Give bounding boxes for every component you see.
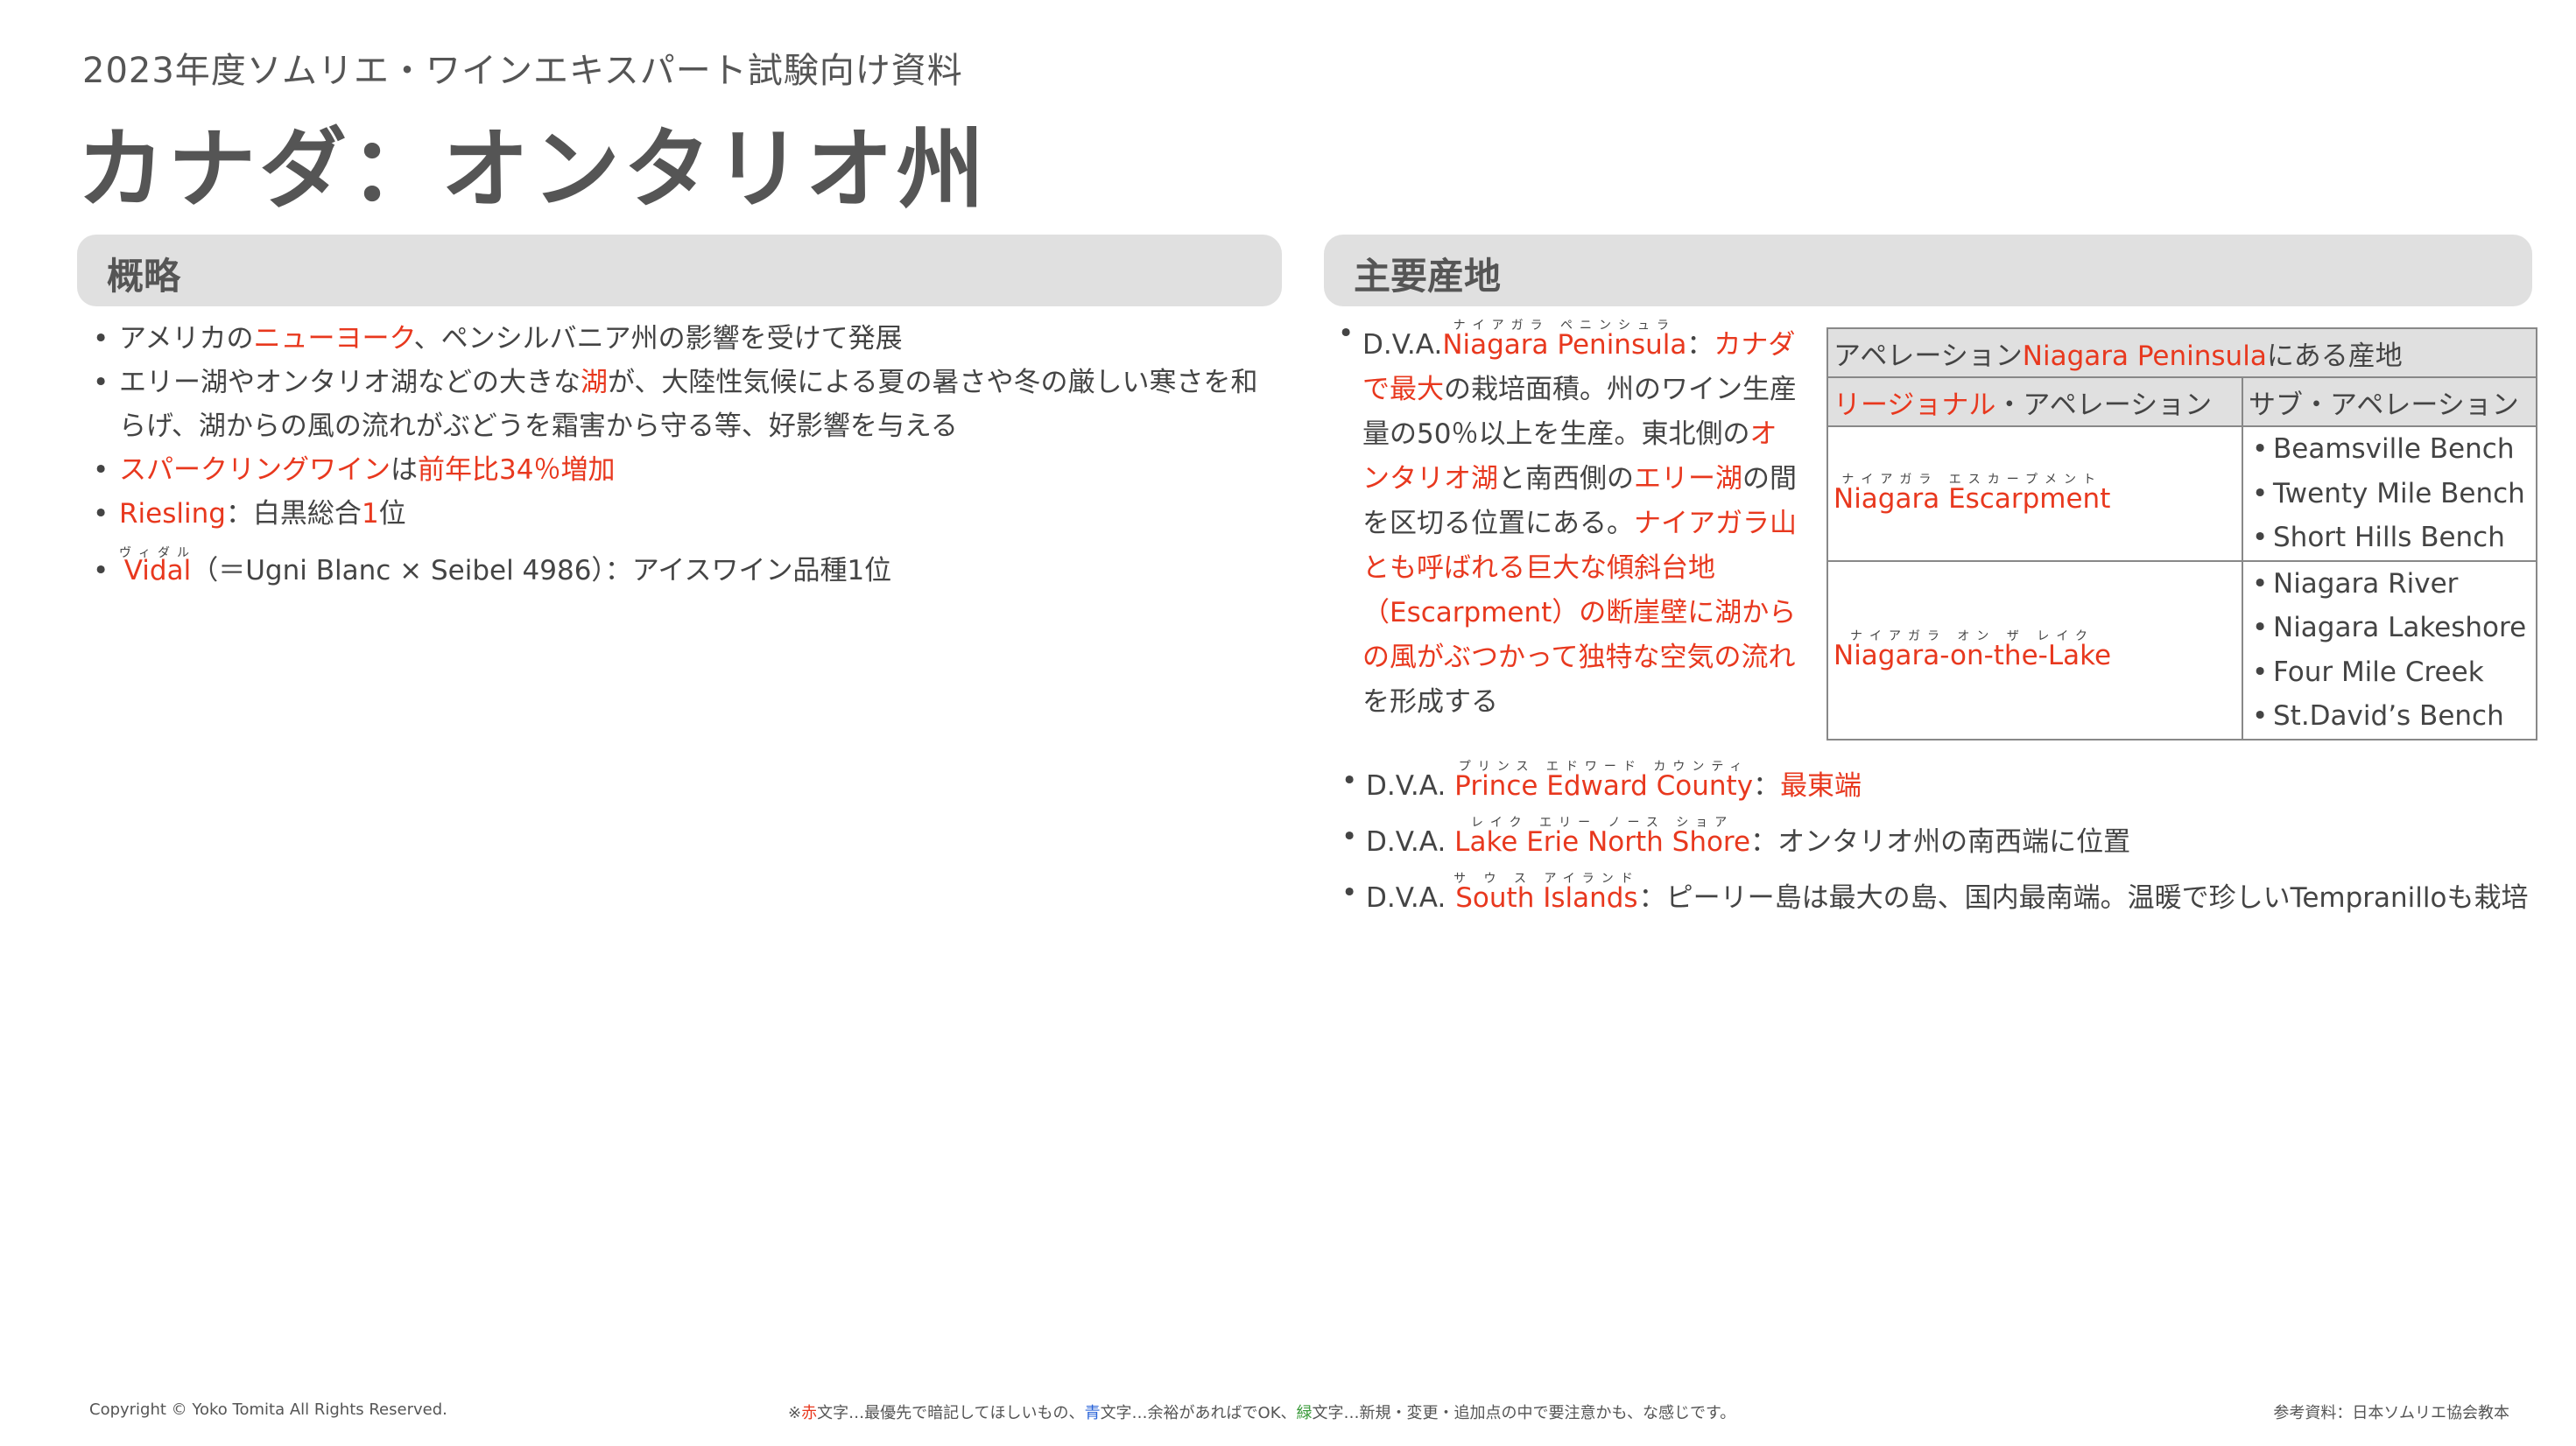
dva-name: Prince Edward County [1454, 770, 1754, 802]
regional-reading: ナイアガラ エスカープメント [1833, 472, 2111, 487]
text: D.V.A. [1366, 882, 1455, 914]
list-item: St.David’s Bench [2249, 694, 2530, 739]
list-item: Twenty Mile Bench [2249, 472, 2530, 516]
text: アペレーション [1833, 340, 2023, 372]
sub-cell: Beamsville Bench Twenty Mile Bench Short… [2242, 425, 2537, 562]
other-dva-list: D.V.A. Prince Edward Countyプリンス エドワード カウ… [1341, 753, 2539, 926]
document-subtitle: 2023年度ソムリエ・ワインエキスパート試験向け資料 [82, 51, 963, 91]
list-item: D.V.A. South Islandsサ ウ ス アイランド：ピーリー島は最大… [1341, 865, 2539, 926]
text: D.V.A. [1362, 329, 1443, 361]
highlight: ニューヨーク [253, 323, 414, 354]
overview-item-5: Vidalヴィダル（＝Ugni Blanc × Seibel 4986）：アイス… [93, 546, 1275, 593]
text: と南西側の [1498, 463, 1634, 495]
list-item: Niagara River [2249, 562, 2530, 607]
overview-section-title: 概略 [107, 255, 181, 298]
reference: 参考資料：日本ソムリエ協会教本 [2273, 1404, 2509, 1422]
niagara-peninsula-block: D.V.A.Niagara Peninsulaナイアガラ ペニンシュラ：カナダで… [1338, 312, 1800, 725]
text: エリー湖やオンタリオ湖などの大きな [119, 367, 581, 398]
dva-reading: プリンス エドワード カウンティ [1454, 760, 1754, 774]
table-row: Niagara Escarpmentナイアガラ エスカープメント Beamsvi… [1826, 425, 2537, 562]
column-header-regional: リージョナル・アペレーション [1826, 376, 2243, 427]
legend-red: 赤 [801, 1404, 818, 1422]
highlight: リージョナル [1833, 389, 1996, 421]
column-header-sub: サブ・アペレーション [2242, 376, 2537, 427]
dva-name: Lake Erie North Shore [1454, 826, 1751, 858]
regional-name: Niagara-on-the-Lake [1833, 639, 2112, 671]
highlight: Niagara Peninsula [2022, 340, 2267, 372]
highlight: エリー湖 [1634, 463, 1742, 495]
list-item: Short Hills Bench [2249, 516, 2530, 560]
text: ・アペレーション [1995, 389, 2213, 421]
appellation-table: アペレーションNiagara Peninsulaにある産地 リージョナル・アペレ… [1826, 327, 2537, 741]
highlight: 最東端 [1780, 770, 1862, 802]
legend-blue: 青 [1084, 1404, 1101, 1422]
sub-cell: Niagara River Niagara Lakeshore Four Mil… [2242, 559, 2537, 741]
overview-list: アメリカのニューヨーク、ペンシルバニア州の影響を受けて発展 エリー湖やオンタリオ… [93, 317, 1275, 593]
highlight: 前年比34％増加 [418, 454, 616, 486]
overview-section-header: 概略 [77, 235, 1282, 306]
dva-name: South Islands [1453, 882, 1640, 914]
text: 文字…余裕があればでOK、 [1100, 1404, 1297, 1422]
list-item: Four Mile Creek [2249, 650, 2530, 695]
overview-item-3: スパークリングワインは前年比34％増加 [93, 448, 1275, 492]
text: ： [1638, 882, 1666, 914]
text: ： [1750, 826, 1778, 858]
text: にある産地 [2266, 340, 2403, 372]
text: は [391, 454, 418, 486]
list-item: D.V.A. Lake Erie North Shoreレイク エリー ノース … [1341, 809, 2539, 870]
text: D.V.A. [1366, 826, 1455, 858]
text: オンタリオ州の南西端に位置 [1777, 826, 2131, 858]
text: （＝Ugni Blanc × Seibel 4986）：アイスワイン品種1位 [191, 555, 892, 586]
overview-item-4: Riesling：白黒総合1位 [93, 492, 1275, 536]
dva-reading: サ ウ ス アイランド [1453, 872, 1640, 886]
text: ピーリー島は最大の島、国内最南端。温暖で珍しいTempranilloも栽培 [1665, 882, 2529, 914]
list-item: D.V.A. Prince Edward Countyプリンス エドワード カウ… [1341, 753, 2539, 814]
text: 位 [378, 498, 406, 530]
text: ：白黒総合 [225, 498, 362, 530]
regions-section-title: 主要産地 [1354, 255, 1502, 298]
copyright: Copyright © Yoko Tomita All Rights Reser… [89, 1400, 447, 1419]
text: D.V.A. [1366, 770, 1455, 802]
regional-cell: Niagara-on-the-Lakeナイアガラ オン ザ レイク [1826, 559, 2243, 741]
regional-name: Niagara Escarpment [1833, 482, 2111, 515]
text: ： [1686, 329, 1714, 361]
niagara-peninsula-reading: ナイアガラ ペニンシュラ [1442, 319, 1687, 333]
vidal-reading: ヴィダル [119, 546, 196, 560]
overview-item-2: エリー湖やオンタリオ湖などの大きな湖が、大陸性気候による夏の暑さや冬の厳しい寒さ… [93, 361, 1275, 448]
text: を形成する [1362, 686, 1498, 718]
highlight: Riesling [119, 498, 226, 530]
text: 文字…新規・変更・追加点の中で要注意かも、な感じです。 [1312, 1404, 1736, 1422]
text: 文字…最優先で暗記してほしいもの、 [817, 1404, 1085, 1422]
highlight: スパークリングワイン [119, 454, 391, 486]
color-legend: ※赤文字…最優先で暗記してほしいもの、青文字…余裕があればでOK、緑文字…新規・… [788, 1400, 1735, 1423]
table-row: Niagara-on-the-Lakeナイアガラ オン ザ レイク Niagar… [1826, 559, 2537, 741]
niagara-peninsula-item: D.V.A.Niagara Peninsulaナイアガラ ペニンシュラ：カナダで… [1338, 312, 1800, 725]
text: アメリカの [119, 323, 254, 354]
text: ※ [788, 1404, 802, 1422]
overview-item-1: アメリカのニューヨーク、ペンシルバニア州の影響を受けて発展 [93, 317, 1275, 361]
dva-reading: レイク エリー ノース ショア [1454, 816, 1751, 830]
list-item: Beamsville Bench [2249, 427, 2530, 472]
text: 、ペンシルバニア州の影響を受けて発展 [413, 323, 903, 354]
text: ： [1753, 770, 1781, 802]
regional-cell: Niagara Escarpmentナイアガラ エスカープメント [1826, 425, 2243, 562]
regions-section-header: 主要産地 [1324, 235, 2532, 306]
highlight: 1 [361, 498, 379, 530]
list-item: Niagara Lakeshore [2249, 606, 2530, 650]
table-title: アペレーションNiagara Peninsulaにある産地 [1826, 327, 2537, 378]
page-title: カナダ：オンタリオ州 [77, 118, 988, 221]
regional-reading: ナイアガラ オン ザ レイク [1833, 628, 2112, 643]
niagara-peninsula-name: Niagara Peninsula [1442, 329, 1687, 361]
highlight: 湖 [581, 367, 608, 398]
legend-green: 緑 [1296, 1404, 1313, 1422]
